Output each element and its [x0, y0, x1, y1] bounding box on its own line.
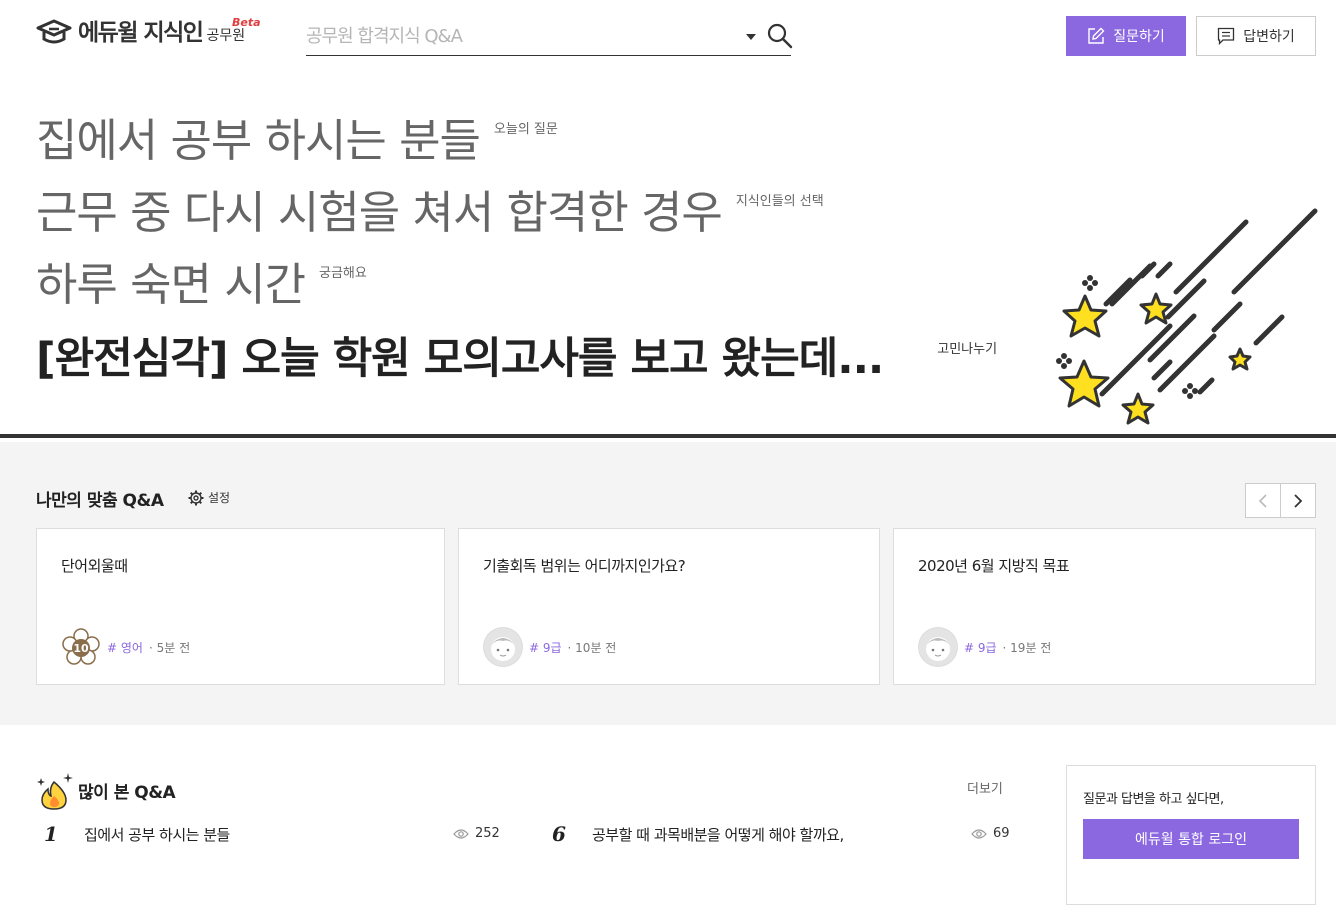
search-input[interactable] [306, 20, 726, 52]
hero-question[interactable]: 근무 중 다시 시험을 쳐서 합격한 경우 [36, 184, 723, 242]
view-count: 252 [453, 826, 500, 841]
popular-title: 많이 본 Q&A [36, 770, 176, 810]
custom-qa-section: 나만의 맞춤 Q&A 설정 단어외울때 10 # 영어 · 5분 전 기출회독 … [0, 442, 1336, 725]
hero-section: 집에서 공부 하시는 분들 오늘의 질문 근무 중 다시 시험을 쳐서 합격한 … [0, 72, 1336, 438]
login-prompt: 질문과 답변을 하고 싶다면, [1083, 792, 1224, 807]
view-count: 69 [971, 826, 1010, 841]
shooting-stars-illustration [1056, 208, 1318, 425]
logo[interactable]: 에듀윌 지식인 공무원 Beta [36, 16, 261, 46]
hero-item[interactable]: 집에서 공부 하시는 분들 오늘의 질문 [36, 112, 558, 170]
beta-badge: Beta [232, 16, 261, 29]
fire-icon [37, 773, 73, 810]
card-title: 2020년 6월 지방직 목표 [918, 557, 1070, 575]
qa-card[interactable]: 단어외울때 10 # 영어 · 5분 전 [36, 528, 445, 685]
level-badge-icon: 10 [62, 628, 100, 665]
face-icon [919, 628, 957, 666]
login-button[interactable]: 에듀윌 통합 로그인 [1083, 819, 1299, 859]
avatar [483, 627, 523, 667]
ranking-title: 집에서 공부 하시는 분들 [84, 825, 230, 844]
rank-number: 6 [552, 822, 566, 846]
popular-title-text: 많이 본 Q&A [78, 782, 176, 803]
ranking-item[interactable]: 6 공부할 때 과목배분을 어떻게 해야 할까요, [552, 822, 844, 846]
card-title: 기출회독 범위는 어디까지인가요? [483, 557, 686, 575]
hero-tag: 지식인들의 선택 [735, 194, 824, 209]
next-button[interactable] [1280, 483, 1316, 518]
card-title: 단어외울때 [61, 557, 128, 575]
level-badge-number: 10 [73, 642, 89, 655]
hero-question[interactable]: [완전심각] 오늘 학원 모의고사를 보고 왔는데... [36, 330, 884, 388]
hero-tag: 오늘의 질문 [493, 122, 558, 137]
section-title: 나만의 맞춤 Q&A [36, 491, 164, 511]
ask-question-button[interactable]: 질문하기 [1066, 16, 1186, 56]
ranking-title: 공부할 때 과목배분을 어떻게 해야 할까요, [592, 825, 844, 844]
avatar [918, 627, 958, 667]
settings-label: 설정 [208, 491, 231, 505]
chevron-left-icon [1258, 493, 1267, 508]
card-meta: # 9급 · 10분 전 [483, 627, 616, 667]
comment-icon [1218, 27, 1235, 45]
view-number: 69 [993, 826, 1010, 841]
hero-item[interactable]: 하루 숙면 시간 궁금해요 [36, 256, 367, 314]
hero-item[interactable]: [완전심각] 오늘 학원 모의고사를 보고 왔는데... 고민나누기 [36, 330, 997, 388]
dropdown-caret-icon[interactable] [746, 34, 756, 40]
qa-card[interactable]: 2020년 6월 지방직 목표 # 9급 · 19분 전 [893, 528, 1316, 685]
gear-icon [188, 490, 204, 505]
card-tag[interactable]: # 영어 [107, 639, 143, 656]
search-bar [306, 20, 793, 56]
hero-tag: 고민나누기 [937, 342, 998, 357]
card-tag[interactable]: # 9급 [964, 639, 997, 656]
rank-number: 1 [44, 822, 58, 846]
hero-question[interactable]: 하루 숙면 시간 [36, 256, 306, 314]
search-icon[interactable] [767, 23, 793, 49]
qa-card[interactable]: 기출회독 범위는 어디까지인가요? # 9급 · 10분 전 [458, 528, 880, 685]
answer-label: 답변하기 [1243, 29, 1295, 45]
face-icon [484, 628, 522, 666]
more-link[interactable]: 더보기 [967, 778, 1003, 797]
edit-icon [1088, 27, 1105, 44]
login-box: 질문과 답변을 하고 싶다면, 에듀윌 통합 로그인 [1066, 765, 1316, 905]
hero-item[interactable]: 근무 중 다시 시험을 쳐서 합격한 경우 지식인들의 선택 [36, 184, 824, 242]
chevron-right-icon [1294, 493, 1303, 508]
card-time: · 5분 전 [148, 640, 191, 655]
eye-icon [453, 828, 469, 839]
ranking-item[interactable]: 1 집에서 공부 하시는 분들 [44, 822, 230, 846]
eye-icon [971, 828, 987, 839]
header: 에듀윌 지식인 공무원 Beta 질문하기 답변하기 [0, 0, 1336, 72]
logo-subtext: 공무원 [206, 28, 246, 44]
hero-tag: 궁금해요 [319, 266, 367, 281]
card-meta: 10 # 영어 · 5분 전 [61, 627, 190, 667]
view-number: 252 [475, 826, 500, 841]
graduation-cap-icon [36, 19, 72, 44]
hero-question[interactable]: 집에서 공부 하시는 분들 [36, 112, 481, 170]
card-time: · 10분 전 [567, 640, 617, 655]
card-tag[interactable]: # 9급 [529, 639, 562, 656]
settings-button[interactable]: 설정 [188, 489, 230, 506]
answer-button[interactable]: 답변하기 [1196, 16, 1316, 56]
logo-text: 에듀윌 지식인 [78, 20, 204, 46]
prev-button[interactable] [1245, 483, 1281, 518]
card-time: · 19분 전 [1002, 640, 1052, 655]
card-meta: # 9급 · 19분 전 [918, 627, 1051, 667]
ask-question-label: 질문하기 [1113, 29, 1165, 45]
